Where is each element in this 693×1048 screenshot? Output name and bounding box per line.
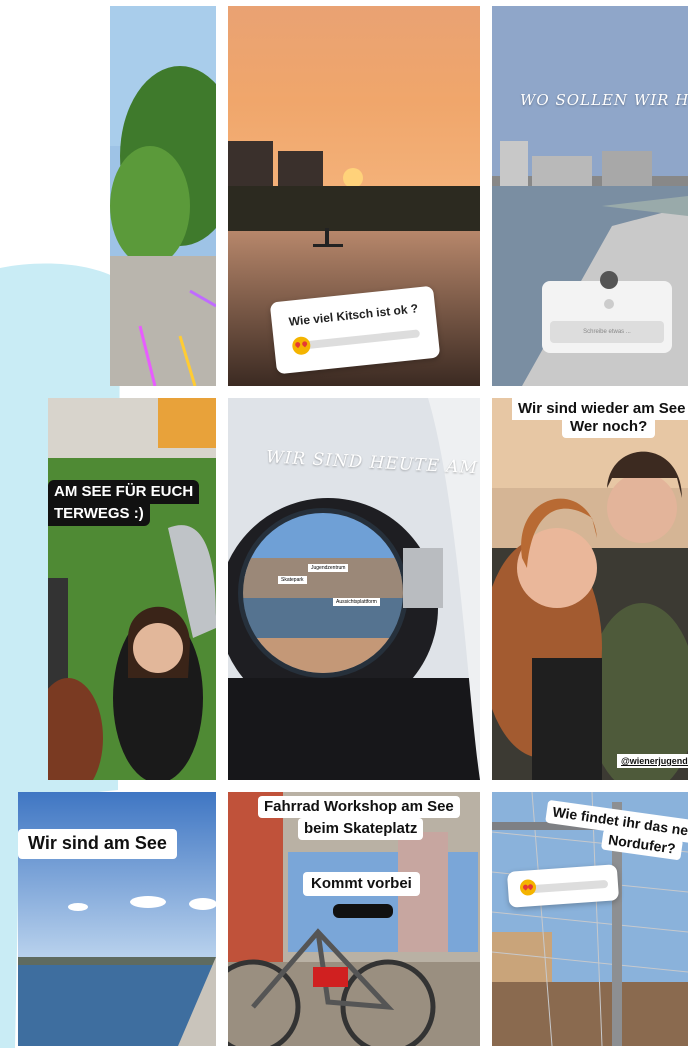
caption: Wir sind am See [18, 829, 177, 859]
caption-line-1: AM SEE FÜR EUCH [48, 480, 200, 504]
caption-line-2: Wer noch? [562, 416, 656, 438]
sign-skatepark: Skatepark [278, 576, 307, 584]
sign-viewing-platform: Aussichtsplattform [333, 598, 380, 606]
handwritten-caption: WO SOLLEN WIR HEUTE HINKOM [520, 91, 688, 109]
caption-line-1: Fahrrad Workshop am See [258, 796, 460, 818]
question-input[interactable]: Schreibe etwas ... [550, 321, 664, 343]
slider-question: Wie viel Kitsch ist ok ? [288, 301, 419, 329]
heart-eyes-emoji-icon[interactable] [291, 335, 312, 356]
question-box-card[interactable]: Schreibe etwas ... [542, 271, 672, 353]
caption-2: Kommt vorbei [303, 872, 420, 896]
dots-icon [604, 299, 614, 309]
photo-waterfront-pier: WO SOLLEN WIR HEUTE HINKOM Schreibe etwa… [492, 6, 688, 386]
photo-selfie-two-women: Wir sind wieder am See Wer noch? @wiener… [492, 398, 688, 780]
heart-eyes-emoji-icon[interactable] [519, 878, 537, 896]
caption-line-2: TERWEGS :) [48, 502, 150, 526]
slider-track[interactable] [295, 329, 421, 351]
sign-youth-center: Jugendzentrum [308, 564, 349, 572]
slider-poll-card[interactable] [506, 864, 620, 908]
avatar [600, 271, 618, 289]
caption-line-2: beim Skateplatz [298, 818, 424, 840]
photo-nordufer-fence: Wie findet ihr das ne Nordufer? [492, 792, 688, 1046]
photo-bicycle-skatepark: Fahrrad Workshop am See beim Skateplatz … [228, 792, 480, 1046]
mention-handle[interactable]: @wienerjugendz [617, 754, 688, 768]
slider-track[interactable] [527, 879, 609, 894]
photo-sunset-lake: Wie viel Kitsch ist ok ? [228, 6, 480, 386]
photo-telescope-view: WIR SIND HEUTE AM SEE Jugendzentrum Skat… [228, 398, 480, 780]
photo-lake-sky: Wir sind am See [18, 792, 216, 1046]
photo-people-on-grass: AM SEE FÜR EUCH TERWEGS :) [48, 398, 216, 780]
